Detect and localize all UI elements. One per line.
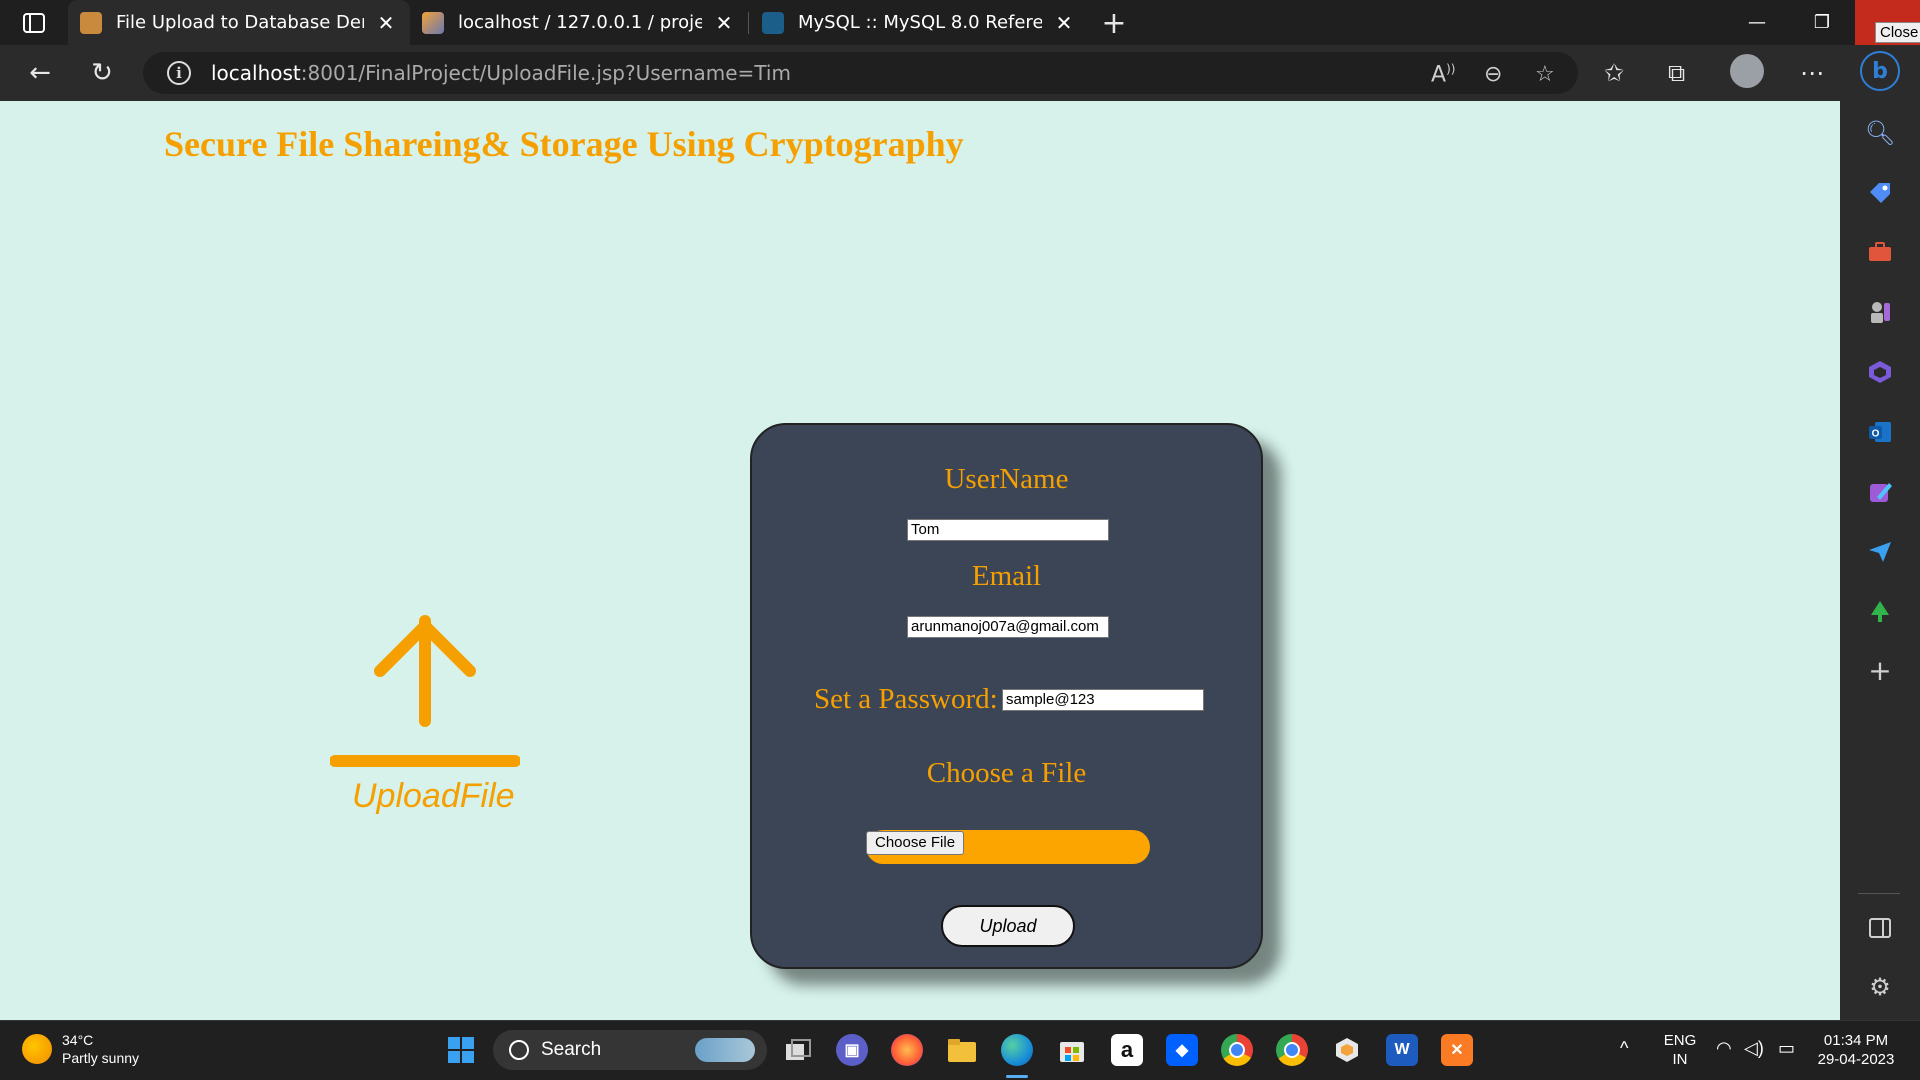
edge-sidebar: 🔍︎ O + ⚙ bbox=[1840, 101, 1920, 1020]
word-icon[interactable]: W bbox=[1386, 1034, 1418, 1066]
add-favorite-icon[interactable]: ☆ bbox=[1535, 62, 1555, 87]
username-label: UserName bbox=[944, 463, 1069, 495]
tab-file-upload[interactable]: File Upload to Database Demo ✕ bbox=[68, 0, 410, 45]
profile-avatar[interactable] bbox=[1730, 54, 1764, 88]
weather-temperature: 34°C bbox=[62, 1032, 94, 1048]
close-tab-icon[interactable]: ✕ bbox=[374, 11, 398, 35]
file-input[interactable]: Choose File bbox=[866, 830, 1150, 864]
task-view-icon[interactable] bbox=[782, 1034, 814, 1066]
username-input[interactable]: Tom bbox=[907, 519, 1109, 541]
minimize-icon[interactable]: — bbox=[1727, 0, 1787, 45]
phpmyadmin-favicon-icon bbox=[422, 11, 444, 34]
tools-icon[interactable] bbox=[1864, 236, 1896, 268]
tab-mysql-reference[interactable]: MySQL :: MySQL 8.0 Reference M ✕ bbox=[750, 0, 1088, 45]
choose-file-button[interactable]: Choose File bbox=[866, 831, 965, 855]
refresh-icon[interactable]: ↻ bbox=[82, 53, 122, 93]
teams-chat-icon[interactable]: ▣ bbox=[836, 1034, 868, 1066]
search-icon bbox=[509, 1040, 529, 1060]
page-content: Secure File Shareing& Storage Using Cryp… bbox=[0, 101, 1840, 1020]
page-title: Secure File Shareing& Storage Using Cryp… bbox=[164, 124, 964, 164]
restore-icon[interactable]: ❐ bbox=[1792, 0, 1852, 45]
more-menu-icon[interactable]: ⋯ bbox=[1800, 59, 1824, 87]
outlook-icon[interactable]: O bbox=[1864, 416, 1896, 448]
back-icon[interactable]: ← bbox=[20, 53, 60, 93]
email-input[interactable]: arunmanoj007a@gmail.com bbox=[907, 616, 1109, 638]
favorites-icon[interactable]: ✩ bbox=[1604, 59, 1624, 87]
read-aloud-icon[interactable]: A)) bbox=[1431, 62, 1455, 87]
add-sidebar-app-icon[interactable]: + bbox=[1864, 654, 1896, 687]
region-code: IN bbox=[1672, 1051, 1688, 1068]
app-cube-icon[interactable] bbox=[1331, 1034, 1363, 1066]
address-bar-row: ← ↻ i localhost:8001/FinalProject/Upload… bbox=[0, 45, 1920, 101]
search-highlight-icon bbox=[695, 1038, 755, 1062]
upload-form-card: UserName Tom Email arunmanoj007a@gmail.c… bbox=[750, 423, 1263, 969]
games-icon[interactable] bbox=[1864, 296, 1896, 328]
send-icon[interactable] bbox=[1864, 536, 1896, 568]
upload-caption: UploadFile bbox=[352, 777, 515, 815]
zoom-out-icon[interactable]: ⊖ bbox=[1484, 62, 1502, 87]
microsoft-store-icon[interactable] bbox=[1056, 1034, 1088, 1066]
windows-start-icon[interactable] bbox=[445, 1034, 477, 1066]
bing-chat-icon[interactable]: b bbox=[1860, 51, 1900, 91]
edge-icon[interactable] bbox=[1001, 1034, 1033, 1066]
chrome-profile-icon[interactable] bbox=[1276, 1034, 1308, 1066]
url-path: :8001/FinalProject/UploadFile.jsp?Userna… bbox=[300, 61, 791, 85]
show-hidden-icons[interactable]: ^ bbox=[1620, 1039, 1628, 1058]
choose-file-label: Choose a File bbox=[926, 757, 1087, 789]
url-host: localhost bbox=[211, 61, 301, 85]
shopping-tag-icon[interactable] bbox=[1864, 176, 1896, 208]
close-tab-icon[interactable]: ✕ bbox=[1052, 11, 1076, 35]
wifi-icon[interactable]: ◠ bbox=[1716, 1039, 1732, 1058]
svg-text:O: O bbox=[1872, 429, 1880, 440]
microsoft-365-icon[interactable] bbox=[1864, 356, 1896, 388]
partly-sunny-icon bbox=[22, 1034, 52, 1064]
sidebar-divider bbox=[1858, 893, 1900, 894]
email-label: Email bbox=[971, 560, 1042, 592]
tab-title: localhost / 127.0.0.1 / project / ta bbox=[458, 12, 702, 33]
close-tab-icon[interactable]: ✕ bbox=[712, 11, 736, 35]
chrome-icon[interactable] bbox=[1221, 1034, 1253, 1066]
java-favicon-icon bbox=[80, 11, 102, 34]
browser-tab-bar: File Upload to Database Demo ✕ localhost… bbox=[0, 0, 1920, 45]
windows-taskbar: 34°C Partly sunny Search ▣ a ◆ W ✕ ^ ENG I… bbox=[0, 1020, 1920, 1080]
tab-title: MySQL :: MySQL 8.0 Reference M bbox=[798, 12, 1042, 33]
clock-date: 29-04-2023 bbox=[1817, 1051, 1895, 1068]
volume-icon[interactable]: ◁) bbox=[1744, 1039, 1764, 1058]
upload-button[interactable]: Upload bbox=[941, 905, 1075, 947]
taskbar-search[interactable]: Search bbox=[493, 1030, 767, 1070]
tab-separator bbox=[748, 12, 749, 34]
hide-sidebar-icon[interactable] bbox=[1864, 912, 1896, 944]
file-explorer-icon[interactable] bbox=[946, 1034, 978, 1066]
weather-widget[interactable]: 34°C Partly sunny bbox=[22, 1031, 139, 1067]
dropbox-icon[interactable]: ◆ bbox=[1166, 1034, 1198, 1066]
password-input[interactable]: sample@123 bbox=[1002, 689, 1204, 711]
new-tab-icon[interactable]: + bbox=[1094, 3, 1134, 43]
tree-icon[interactable] bbox=[1864, 596, 1896, 628]
designer-icon[interactable] bbox=[1864, 476, 1896, 508]
tab-actions-icon[interactable] bbox=[14, 3, 54, 43]
url-text: localhost:8001/FinalProject/UploadFile.j… bbox=[211, 61, 791, 85]
password-label: Set a Password: bbox=[814, 683, 998, 715]
firefox-icon[interactable] bbox=[891, 1034, 923, 1066]
edge-active-indicator bbox=[1006, 1075, 1028, 1078]
collections-icon[interactable]: ⧉ bbox=[1668, 59, 1685, 87]
search-icon[interactable]: 🔍︎ bbox=[1864, 117, 1896, 149]
battery-icon[interactable]: ▭ bbox=[1778, 1039, 1795, 1058]
language-code: ENG bbox=[1663, 1032, 1697, 1049]
clock-time: 01:34 PM bbox=[1823, 1032, 1889, 1049]
taskbar-search-label: Search bbox=[541, 1039, 602, 1060]
amazon-icon[interactable]: a bbox=[1111, 1034, 1143, 1066]
tab-phpmyadmin[interactable]: localhost / 127.0.0.1 / project / ta ✕ bbox=[410, 0, 748, 45]
clock[interactable]: 01:34 PM 29-04-2023 bbox=[1810, 1031, 1902, 1069]
weather-description: Partly sunny bbox=[62, 1050, 140, 1066]
tab-title: File Upload to Database Demo bbox=[116, 12, 364, 33]
language-indicator[interactable]: ENG IN bbox=[1660, 1031, 1700, 1069]
xampp-icon[interactable]: ✕ bbox=[1441, 1034, 1473, 1066]
sidebar-settings-icon[interactable]: ⚙ bbox=[1864, 971, 1896, 1003]
mysql-favicon-icon bbox=[762, 11, 784, 34]
url-field[interactable]: i localhost:8001/FinalProject/UploadFile… bbox=[143, 52, 1578, 94]
close-tooltip: Close bbox=[1875, 22, 1920, 43]
site-info-icon[interactable]: i bbox=[167, 61, 191, 85]
